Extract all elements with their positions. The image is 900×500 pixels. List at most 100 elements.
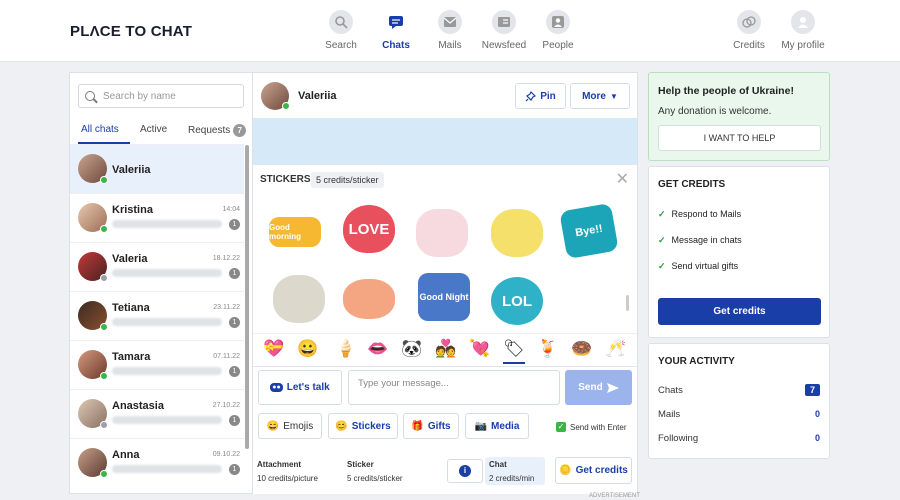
last-message-date: 27.10.22	[212, 402, 240, 409]
send-button[interactable]: Send	[565, 370, 632, 405]
sign-icon[interactable]: 🏷	[503, 339, 525, 364]
contact-name: Valeriia	[298, 90, 337, 102]
nav-label: Search	[325, 40, 357, 51]
tab-active[interactable]: Active	[140, 124, 167, 135]
sticker-bye[interactable]: Bye!!	[559, 202, 619, 260]
credits-benefit-label: Respond to Mails	[671, 209, 742, 219]
chat-list-item[interactable]: Tetiana 23.11.22 1	[70, 291, 244, 340]
chat-list-item[interactable]: Anna 09.10.22 1	[70, 438, 244, 487]
contact-name: Tamara	[112, 351, 151, 363]
heart-arrow-icon[interactable]: 💘	[469, 339, 490, 359]
champagne-icon[interactable]: 🥂	[605, 339, 626, 359]
chat-list-item[interactable]: Tamara 07.11.22 1	[70, 340, 244, 389]
coins-icon	[737, 10, 761, 34]
sticker-grey-cat[interactable]	[273, 275, 325, 323]
panda-icon[interactable]: 🐼	[401, 339, 422, 359]
pin-label: Pin	[540, 90, 556, 102]
activity-mails-count: 0	[814, 409, 820, 419]
ice-cream-icon[interactable]: 🍦	[335, 339, 356, 359]
activity-chats-label[interactable]: Chats	[658, 385, 683, 396]
search-input[interactable]: Search by name	[78, 84, 244, 108]
offline-indicator	[100, 421, 108, 429]
activity-following-label[interactable]: Following	[658, 433, 698, 444]
nav-newsfeed[interactable]: Newsfeed	[474, 10, 534, 51]
message-preview-blurred	[112, 269, 222, 277]
nav-chats[interactable]: Chats	[366, 10, 426, 51]
nav-my-profile[interactable]: My profile	[773, 10, 833, 51]
chat-list-item[interactable]: Valeria 18.12.22 1	[70, 242, 244, 291]
profile-icon	[791, 10, 815, 34]
nav-search[interactable]: Search	[311, 10, 371, 51]
chat-list-panel: Search by name All chats Active Requests…	[69, 72, 253, 494]
cocktail-icon[interactable]: 🍹	[537, 339, 558, 359]
contact-name: Valeriia	[112, 164, 151, 176]
get-credits-button[interactable]: Get credits	[658, 298, 821, 325]
chat-list-item[interactable]: Anastasia 27.10.22 1	[70, 389, 244, 438]
i-want-to-help-button[interactable]: I WANT TO HELP	[658, 125, 821, 151]
get-credits-button-small[interactable]: 🪙 Get credits	[555, 457, 632, 484]
unread-count-badge: 1	[229, 415, 240, 426]
sticker-good-morning[interactable]: Good morning	[269, 217, 321, 247]
chat-price-box: Chat 2 credits/min	[485, 457, 545, 485]
nav-people[interactable]: People	[528, 10, 588, 51]
nav-mails[interactable]: Mails	[420, 10, 480, 51]
couple-icon[interactable]: 💑	[435, 339, 456, 359]
donut-icon[interactable]: 🍩	[571, 339, 592, 359]
chat-icon	[384, 10, 408, 34]
send-label: Send	[578, 382, 603, 393]
info-icon: i	[459, 465, 471, 477]
site-logo[interactable]: PLΛCE TO CHAT	[70, 23, 192, 40]
pin-button[interactable]: Pin	[515, 83, 566, 109]
credits-benefit-item: ✓ Message in chats	[658, 235, 742, 246]
more-button[interactable]: More ▼	[570, 83, 630, 109]
nav-label: Newsfeed	[481, 40, 527, 51]
stickers-scrollbar[interactable]	[626, 295, 629, 311]
sticker-love-heart[interactable]: LOVE	[343, 205, 395, 253]
offline-indicator	[100, 274, 108, 282]
stickers-label: Stickers	[351, 420, 391, 432]
tab-requests-label: Requests	[188, 125, 231, 136]
emoji-icon: 😄	[266, 420, 280, 432]
sticker-label: Sticker	[347, 460, 374, 469]
message-input[interactable]: Type your message...	[348, 370, 560, 405]
search-placeholder: Search by name	[103, 90, 176, 102]
emojis-button[interactable]: 😄 Emojis	[258, 413, 322, 439]
chat-price: 2 credits/min	[489, 474, 535, 483]
stickers-button[interactable]: 😊 Stickers	[328, 413, 398, 439]
sticker-orange-cat[interactable]	[343, 279, 395, 319]
nav-label: People	[542, 40, 574, 51]
lips-icon[interactable]: 👄	[367, 339, 388, 359]
chat-list-item[interactable]: Valeriia	[70, 144, 244, 193]
sticker-pink-cat[interactable]	[416, 209, 468, 257]
media-button[interactable]: 📷 Media	[465, 413, 529, 439]
chat-list-scrollbar[interactable]	[245, 145, 249, 449]
close-icon[interactable]: ✕	[616, 169, 629, 189]
sticker-yellow-cat[interactable]	[491, 209, 543, 257]
get-credits-title: GET CREDITS	[658, 179, 726, 190]
tab-requests[interactable]: Requests 7	[188, 124, 247, 137]
emojis-label: Emojis	[283, 420, 314, 432]
sticker-lol[interactable]: LOL	[491, 277, 543, 325]
send-with-enter-toggle[interactable]: ✓ Send with Enter	[556, 422, 626, 432]
checkbox-checked-icon[interactable]: ✓	[556, 422, 566, 432]
contact-name: Valeria	[112, 253, 148, 265]
credits-benefit-label: Send virtual gifts	[671, 261, 739, 271]
send-with-enter-label: Send with Enter	[570, 422, 627, 432]
nav-credits[interactable]: Credits	[719, 10, 779, 51]
checkmark-icon: ✓	[658, 235, 666, 245]
credits-benefit-item: ✓ Respond to Mails	[658, 209, 741, 220]
online-indicator	[282, 102, 290, 110]
chat-list-item[interactable]: Kristina 14:04 1	[70, 193, 244, 242]
info-button[interactable]: i	[447, 459, 483, 483]
advertisement-label: ADVERTISEMENT	[589, 493, 640, 499]
lets-talk-button[interactable]: ●● Let's talk	[258, 370, 342, 405]
gifts-button[interactable]: 🎁 Gifts	[403, 413, 459, 439]
tab-all-chats[interactable]: All chats	[81, 124, 119, 135]
sticker-good-night[interactable]: Good Night	[418, 273, 470, 321]
heart-face-icon[interactable]: 💝	[263, 339, 284, 359]
last-message-date: 18.12.22	[212, 255, 240, 262]
activity-mails-label[interactable]: Mails	[658, 409, 680, 420]
smiley-icon[interactable]: 😀	[297, 339, 318, 359]
message-preview-blurred	[112, 367, 222, 375]
message-placeholder: Type your message...	[358, 378, 449, 389]
